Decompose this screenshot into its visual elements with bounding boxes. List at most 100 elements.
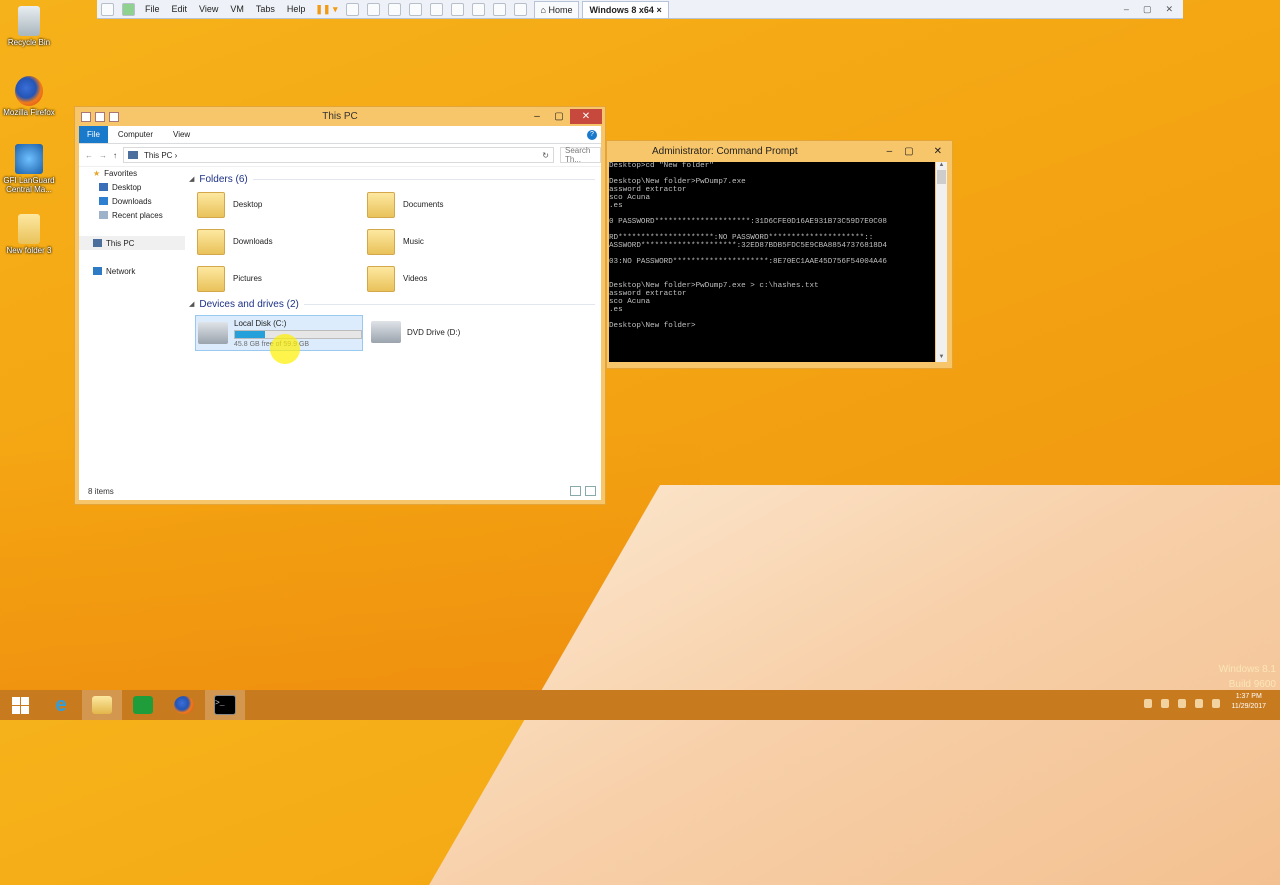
explorer-titlebar[interactable]: This PC – ▢ ✕	[75, 107, 605, 126]
taskbar-file-explorer[interactable]	[82, 690, 122, 720]
pause-icon[interactable]: ❚❚ ▾	[315, 4, 337, 15]
send-keys-icon[interactable]	[345, 2, 359, 16]
nav-downloads[interactable]: Downloads	[79, 194, 185, 208]
folder-documents[interactable]: Documents	[367, 186, 537, 223]
close-icon[interactable]: ×	[656, 5, 661, 15]
ribbon-tab-computer[interactable]: Computer	[108, 130, 163, 139]
folder-videos[interactable]: Videos	[367, 260, 537, 297]
folder-downloads[interactable]: Downloads	[197, 223, 367, 260]
back-icon[interactable]: ←	[85, 151, 93, 160]
drive-dvd-d[interactable]: DVD Drive (D:)	[369, 315, 535, 349]
vm-toolbar: File Edit View VM Tabs Help ❚❚ ▾ ⌂ Home …	[97, 0, 1183, 19]
collapse-icon[interactable]: ◢	[189, 300, 194, 308]
desktop-icon-firefox[interactable]: Mozilla Firefox	[0, 76, 58, 117]
console-line: Desktop\New folder>PwDump7.exe > c:\hash…	[609, 282, 819, 290]
tray-network-icon[interactable]	[1178, 699, 1186, 708]
unity-icon[interactable]	[492, 2, 506, 16]
taskbar-firefox[interactable]	[164, 690, 204, 720]
folder-label: Videos	[403, 274, 428, 283]
taskbar-store[interactable]	[123, 690, 163, 720]
folder-music[interactable]: Music	[367, 223, 537, 260]
nav-recent-places[interactable]: Recent places	[79, 208, 185, 222]
maximize-icon[interactable]: ▢	[548, 111, 570, 122]
tray-clock[interactable]: 1:37 PM 11/29/2017	[1231, 692, 1266, 712]
languard-icon	[15, 144, 43, 174]
desktop-icon-new-folder-3[interactable]: New folder 3	[0, 214, 58, 255]
folder-desktop[interactable]: Desktop	[197, 186, 367, 223]
tray-keyboard-icon[interactable]	[1212, 699, 1220, 708]
view-library-icon[interactable]	[429, 2, 443, 16]
folders-group-header[interactable]: ◢ Folders (6)	[189, 172, 601, 186]
ribbon-tab-view[interactable]: View	[163, 130, 200, 139]
nav-network[interactable]: Network	[79, 264, 185, 278]
forward-icon[interactable]: →	[99, 151, 107, 160]
up-icon[interactable]: ↑	[113, 151, 117, 160]
tray-up-arrow-icon[interactable]	[1144, 699, 1152, 708]
tray-volume-icon[interactable]	[1195, 699, 1203, 708]
vm-logo-icon[interactable]	[122, 2, 135, 16]
vm-menu-view[interactable]: View	[193, 4, 224, 14]
desktop-icon-recycle-bin[interactable]: Recycle Bin	[0, 6, 58, 47]
firefox-icon	[15, 76, 43, 106]
minimize-icon[interactable]: –	[1124, 4, 1129, 15]
close-icon[interactable]: ✕	[1165, 4, 1173, 15]
refresh-icon[interactable]: ↻	[542, 151, 549, 160]
fullscreen-icon[interactable]	[471, 2, 485, 16]
nav-desktop[interactable]: Desktop	[79, 180, 185, 194]
vm-menu-help[interactable]: Help	[281, 4, 312, 14]
minimize-icon[interactable]: –	[526, 111, 548, 122]
minimize-icon[interactable]: –	[887, 146, 893, 157]
recycle-bin-icon	[18, 6, 40, 36]
cmd-console-output[interactable]: Desktop>cd "New folder" Desktop\New fold…	[609, 162, 935, 362]
drive-local-disk-c[interactable]: Local Disk (C:) 45.8 GB free of 59.9 GB	[195, 315, 363, 364]
revert-icon[interactable]	[387, 2, 401, 16]
snapshot-icon[interactable]	[366, 2, 380, 16]
windows-build-watermark: Windows 8.1 Build 9600	[1219, 662, 1276, 692]
show-tabs-icon[interactable]	[513, 2, 527, 16]
large-icons-view-icon[interactable]	[585, 486, 596, 496]
snapshot-manager-icon[interactable]	[408, 2, 422, 16]
details-view-icon[interactable]	[570, 486, 581, 496]
nav-this-pc[interactable]: This PC	[79, 236, 185, 250]
clock-time: 1:37 PM	[1235, 693, 1262, 700]
cmd-titlebar[interactable]: Administrator: Command Prompt – ▢ ✕	[607, 141, 952, 161]
tab-windows-8[interactable]: Windows 8 x64 ×	[582, 0, 669, 18]
cmd-scrollbar[interactable]: ▲ ▼	[936, 162, 947, 362]
scroll-thumb[interactable]	[937, 170, 946, 184]
taskbar-command-prompt[interactable]: >_	[205, 690, 245, 720]
console-line: ASSWORD*********************:32ED87BDB5F…	[609, 242, 887, 250]
drive-name: Local Disk (C:)	[234, 318, 287, 328]
help-icon[interactable]: ?	[587, 129, 597, 140]
maximize-icon[interactable]: ▢	[1143, 4, 1152, 15]
start-button[interactable]	[0, 690, 40, 720]
folders-grid: Desktop Documents Downloads Music Pictur…	[197, 186, 601, 297]
window-title: Administrator: Command Prompt	[652, 145, 798, 157]
drive-usage-fill	[235, 330, 265, 338]
nav-label: Network	[106, 266, 136, 276]
folder-pictures[interactable]: Pictures	[197, 260, 367, 297]
tab-home[interactable]: ⌂ Home	[533, 0, 580, 18]
view-console-icon[interactable]	[450, 2, 464, 16]
search-input[interactable]: Search Th...	[560, 146, 601, 164]
desktop-icon-label: New folder 3	[6, 246, 52, 255]
tray-flag-icon[interactable]	[1161, 699, 1169, 708]
desktop-icon-languard[interactable]: GFI LanGuard Central Ma...	[0, 144, 58, 194]
vm-pin-icon[interactable]	[101, 2, 114, 16]
close-icon[interactable]: ✕	[570, 109, 602, 124]
close-icon[interactable]: ✕	[926, 146, 942, 157]
scroll-down-icon[interactable]: ▼	[936, 354, 947, 360]
vm-menu-file[interactable]: File	[139, 4, 166, 14]
maximize-icon[interactable]: ▢	[904, 146, 913, 157]
ribbon-tab-file[interactable]: File	[79, 126, 108, 143]
scroll-up-icon[interactable]: ▲	[936, 162, 947, 168]
drives-group-header[interactable]: ◢ Devices and drives (2)	[189, 297, 601, 311]
vm-menu-vm[interactable]: VM	[224, 4, 250, 14]
collapse-icon[interactable]: ◢	[189, 175, 194, 183]
address-bar[interactable]: This PC › ↻	[123, 147, 554, 163]
taskbar-internet-explorer[interactable]: e	[41, 690, 81, 720]
nav-favorites[interactable]: ★ Favorites	[79, 166, 185, 180]
vm-menu-edit[interactable]: Edit	[166, 4, 194, 14]
vm-menu-tabs[interactable]: Tabs	[250, 4, 281, 14]
